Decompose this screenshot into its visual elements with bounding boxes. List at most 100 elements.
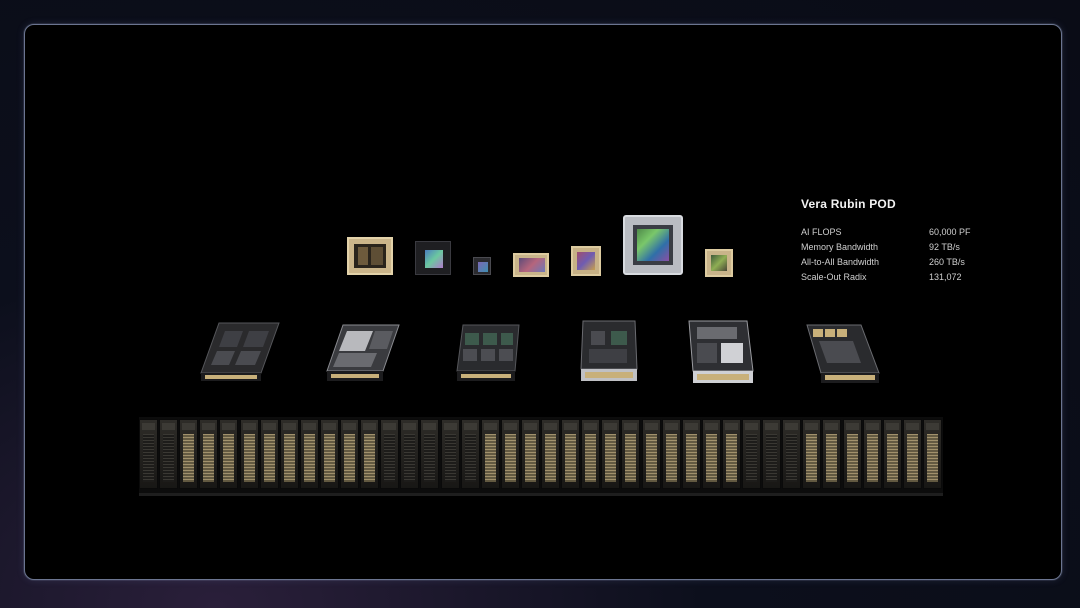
rack-cabinet-top	[724, 423, 738, 430]
rack-cabinet-trays	[786, 434, 798, 482]
rack-cabinet-trays	[886, 434, 898, 482]
rack-cabinet-trays	[424, 434, 436, 482]
rack-cabinet	[440, 419, 460, 489]
rack-cabinet	[279, 419, 299, 489]
rack-cabinet-trays	[223, 434, 235, 482]
rack-cabinet-top	[182, 423, 196, 430]
rack-cabinet	[299, 419, 319, 489]
tray-bluefield	[580, 320, 638, 381]
tray-quantum-x-infiniband	[806, 324, 880, 383]
rack-cabinet	[922, 419, 942, 489]
rack-cabinet-trays	[766, 434, 778, 482]
rack-cabinet-top	[483, 423, 497, 430]
rack-cabinet	[139, 419, 159, 489]
rack-cabinet	[661, 419, 681, 489]
spec-row-ai-flops: AI FLOPS 60,000 PF	[801, 225, 1001, 240]
rack-cabinet-top	[564, 423, 578, 430]
rack-cabinet-trays	[464, 434, 476, 482]
rack-cabinet	[862, 419, 882, 489]
rack-cabinet-top	[624, 423, 638, 430]
rack-cabinet-top	[845, 423, 859, 430]
rack-cabinet-trays	[344, 434, 356, 482]
rack-cabinet	[199, 419, 219, 489]
rack-cabinet	[641, 419, 661, 489]
spec-value: 92 TB/s	[929, 242, 960, 252]
rack-cabinet	[681, 419, 701, 489]
spec-label: All-to-All Bandwidth	[801, 257, 880, 267]
rack-cabinet-trays	[203, 434, 215, 482]
rack-cabinet-trays	[283, 434, 295, 482]
tray-nvlink-switch	[456, 324, 520, 381]
rack-cabinet	[842, 419, 862, 489]
rack-cabinet-top	[222, 423, 236, 430]
rack-cabinet	[882, 419, 902, 489]
rack-cabinet	[380, 419, 400, 489]
rack-cabinet	[581, 419, 601, 489]
rack-cabinet-trays	[746, 434, 758, 482]
rack-cabinet-top	[262, 423, 276, 430]
rack-cabinet-trays	[143, 434, 155, 482]
spec-row-scale-out-radix: Scale-Out Radix 131,072	[801, 270, 1001, 285]
rack-cabinet-trays	[565, 434, 577, 482]
specs-panel: Vera Rubin POD AI FLOPS 60,000 PF Memory…	[801, 197, 1001, 285]
rack-cabinet-trays	[906, 434, 918, 482]
rack-cabinet	[541, 419, 561, 489]
rack-cabinet-top	[383, 423, 397, 430]
rack-cabinet-trays	[685, 434, 697, 482]
rack-cabinet	[219, 419, 239, 489]
rack-cabinet-top	[202, 423, 216, 430]
rack-cabinet	[782, 419, 802, 489]
rack-cabinet-trays	[323, 434, 335, 482]
rack-cabinet-trays	[645, 434, 657, 482]
rack-cabinet-top	[925, 423, 939, 430]
rack-cabinet-top	[142, 423, 156, 430]
rack-cabinet-trays	[524, 434, 536, 482]
rack-cabinet	[420, 419, 440, 489]
rack-cabinet-top	[885, 423, 899, 430]
tray-compute	[200, 322, 280, 381]
rack-row	[139, 417, 943, 496]
rack-cabinet	[701, 419, 721, 489]
rack-cabinet	[762, 419, 782, 489]
rack-cabinet-top	[785, 423, 799, 430]
chip-vera-rubin-superchip	[347, 237, 393, 275]
chip-spectrum-x	[705, 249, 733, 277]
chip-vera-cpu	[473, 257, 491, 275]
rack-cabinet-top	[704, 423, 718, 430]
rack-cabinet-trays	[806, 434, 818, 482]
rack-cabinet	[621, 419, 641, 489]
rack-cabinet	[259, 419, 279, 489]
rack-cabinet	[822, 419, 842, 489]
chip-connectx	[513, 253, 549, 277]
tray-vera-rubin-compute	[326, 324, 400, 381]
rack-cabinet-trays	[163, 434, 175, 482]
rack-cabinet-top	[503, 423, 517, 430]
rack-cabinet-trays	[846, 434, 858, 482]
rack-cabinet-trays	[303, 434, 315, 482]
rack-cabinet-top	[282, 423, 296, 430]
rack-cabinet-top	[644, 423, 658, 430]
rack-cabinet	[561, 419, 581, 489]
rack-cabinet-top	[343, 423, 357, 430]
rack-cabinet	[400, 419, 420, 489]
rack-cabinet-top	[523, 423, 537, 430]
spec-label: Scale-Out Radix	[801, 272, 867, 282]
rack-cabinet	[159, 419, 179, 489]
rack-cabinet-trays	[866, 434, 878, 482]
rack-cabinet-top	[865, 423, 879, 430]
spec-value: 60,000 PF	[929, 227, 971, 237]
rack-cabinet-top	[423, 423, 437, 430]
rack-cabinet	[480, 419, 500, 489]
spec-label: AI FLOPS	[801, 227, 842, 237]
rack-cabinet-trays	[484, 434, 496, 482]
spec-label: Memory Bandwidth	[801, 242, 879, 252]
rack-cabinet	[721, 419, 741, 489]
rack-cabinet-trays	[585, 434, 597, 482]
spec-value: 131,072	[929, 272, 962, 282]
rack-cabinet-top	[443, 423, 457, 430]
rack-cabinet	[500, 419, 520, 489]
rack-cabinet-trays	[605, 434, 617, 482]
rack-cabinet	[360, 419, 380, 489]
tray-spectrum-x-ethernet	[688, 320, 754, 383]
spec-value: 260 TB/s	[929, 257, 965, 267]
